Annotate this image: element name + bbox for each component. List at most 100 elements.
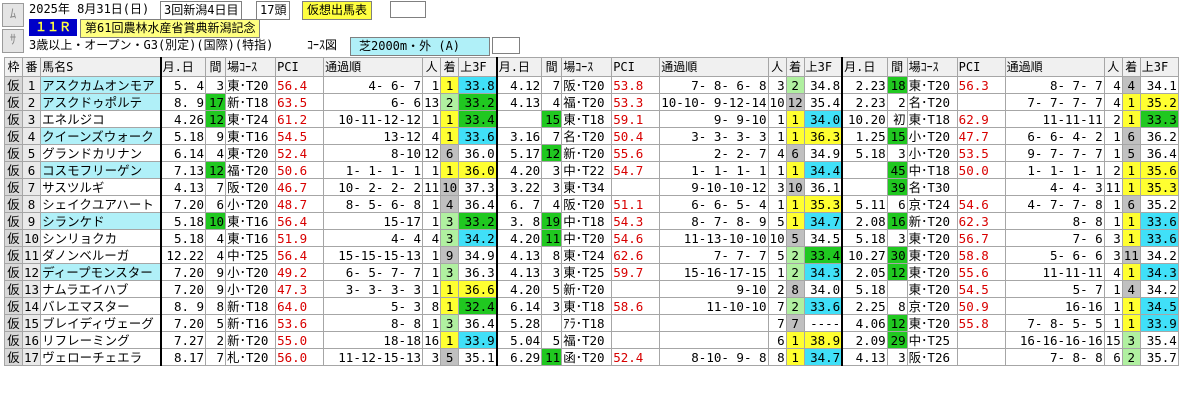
run-date: 7.20 [159,280,207,298]
run-finish: 2 [785,246,805,264]
run-date: 3.22 [495,178,543,196]
horse-row[interactable]: 仮 9 シランケド 5.18 10 東･T16 56.4 15-17 1 3 33.2 3. 8 19 中… [4,212,1179,230]
horse-name[interactable]: グランドカリナン [40,144,162,162]
scroll-down-icon[interactable]: ｻ [2,29,24,53]
run-place: 東･T20 [225,76,277,94]
run-popularity: 1 [422,246,442,264]
horse-name[interactable]: ダノンベルーガ [40,246,162,264]
run-date: 4.20 [495,229,543,247]
run-interval: 4 [205,144,227,162]
run-last3f: 33.9 [1139,314,1179,332]
horse-name[interactable]: シランケド [40,212,162,230]
run-date: 7.27 [159,331,207,349]
run-pci: 55.0 [275,331,325,349]
horse-row[interactable]: 仮 12 ディープモンスター 7.20 9 小･T20 49.2 6- 5- 7- 7 1 3 36… [4,263,1179,281]
run-passing: 2- 2- 7 [659,144,769,162]
run-finish: 9 [440,246,460,264]
horse-row[interactable]: 仮 4 クイーンズウォーク 5.18 9 東･T16 54.5 13-12 4 1 33.6 3.16… [4,127,1179,145]
run-passing: 4- 4 [323,229,424,247]
run-finish: 3 [1121,331,1141,349]
run-finish: 1 [1121,93,1141,111]
run-pci: 55.6 [611,144,661,162]
run-interval: 3 [886,229,908,247]
horse-row[interactable]: 仮 8 シェイクユアハート 7.20 6 小･T20 48.7 8- 5- 6- 8 1 4 36.… [4,195,1179,213]
run-place: 福･T20 [225,161,277,179]
run-place: 東･T16 [225,127,277,145]
col-l3f: 上3F [458,57,498,77]
run-passing [659,314,769,332]
horse-name[interactable]: ブレイディヴェーグ [40,314,162,332]
run-last3f: 36.0 [458,161,498,179]
run-popularity: 1 [422,263,442,281]
horse-name[interactable]: ヴェローチェエラ [40,348,162,366]
run-passing: 10- 2- 2- 2 [323,178,424,196]
run-popularity: 11 [422,178,442,196]
run-date: 5.18 [159,229,207,247]
run-popularity: 10 [767,229,787,247]
horse-row[interactable]: 仮 5 グランドカリナン 6.14 4 東･T20 52.4 8-10 12 6 36.0 5.17 1… [4,144,1179,162]
run-interval: 12 [541,144,563,162]
run-date: 5.04 [495,331,543,349]
col-place: 場ｺｰｽ [225,57,277,77]
run-popularity: 3 [1103,229,1123,247]
run-last3f: 35.4 [803,93,843,111]
horse-name[interactable]: シェイクユアハート [40,195,162,213]
horse-name[interactable]: バレエマスター [40,297,162,315]
blank-box [390,1,426,18]
horse-row[interactable]: 仮 17 ヴェローチェエラ 8.17 7 札･T20 56.0 11-12-15-13 3 5 35… [4,348,1179,366]
run-date: 7.20 [159,314,207,332]
run-date: 4.13 [495,263,543,281]
horse-row[interactable]: 仮 16 リフレーミング 7.27 2 新･T20 55.0 18-18 16 1 33.9 5.04… [4,331,1179,349]
horse-row[interactable]: 仮 2 アスクドゥポルテ 8. 9 17 新･T18 63.5 6- 6 13 2 33.2 4.13… [4,93,1179,111]
horse-row[interactable]: 仮 3 エネルジコ 4.26 12 東･T24 61.2 10-11-12-12 1 1 33.4 1… [4,110,1179,128]
course-map-label[interactable]: ｺｰｽ図 [307,37,337,54]
run-place: 小･T20 [906,127,958,145]
horse-number: 9 [21,212,42,230]
horse-row[interactable]: 仮 6 コスモフリーゲン 7.13 12 福･T20 50.6 1- 1- 1- 1 1 1 36.… [4,161,1179,179]
horse-name[interactable]: サスツルギ [40,178,162,196]
horse-row[interactable]: 仮 10 シンリョクカ 5.18 4 東･T16 51.9 4- 4 4 3 34.2 4.20 11 中… [4,229,1179,247]
run-popularity: 11 [1103,178,1123,196]
scroll-up-icon[interactable]: ﾑ [2,3,24,27]
race-date: 2025年 8月31日(日) [29,2,150,16]
run-interval: 3 [205,76,227,94]
horse-row[interactable]: 仮 11 ダノンベルーガ 12.22 4 中･T25 56.4 15-15-15-13 1 9 34… [4,246,1179,264]
horse-row[interactable]: 仮 1 アスクカムオンモア 5. 4 3 東･T20 56.4 4- 6- 7 1 1 33.8 4.… [4,76,1179,94]
horse-row[interactable]: 仮 15 ブレイディヴェーグ 7.20 5 新･T16 53.6 8- 8 1 3 36.4 5.28… [4,314,1179,332]
run-passing: 11-10-10 [659,297,769,315]
horse-name[interactable]: クイーンズウォーク [40,127,162,145]
horse-row[interactable]: 仮 7 サスツルギ 4.13 7 阪･T20 46.7 10- 2- 2- 2 11 10 37.3… [4,178,1179,196]
run-popularity: 3 [767,76,787,94]
horse-number: 14 [21,297,42,315]
horse-row[interactable]: 仮 13 ナムラエイハブ 7.20 9 小･T20 47.3 3- 3- 3- 3 1 1 36.6… [4,280,1179,298]
horse-name[interactable]: コスモフリーゲン [40,161,162,179]
run-place: 札･T20 [225,348,277,366]
horse-name[interactable]: アスクカムオンモア [40,76,162,94]
run-popularity: 2 [1103,110,1123,128]
run-interval: 3 [541,297,563,315]
run-passing: 10-10- 9-12-14 [659,93,769,111]
run-pci: 61.2 [275,110,325,128]
horse-name[interactable]: シンリョクカ [40,229,162,247]
run-place: 小･T20 [906,144,958,162]
horse-name[interactable]: リフレーミング [40,331,162,349]
race-number: １１Ｒ [29,19,78,36]
run-passing: 8- 8 [323,314,424,332]
horse-name[interactable]: アスクドゥポルテ [40,93,162,111]
run-pci: 62.9 [956,110,1006,128]
horse-name[interactable]: ディープモンスター [40,263,162,281]
horse-row[interactable]: 仮 14 バレエマスター 8. 9 8 新･T18 64.0 5- 3 8 1 32.4 6.14 3 東… [4,297,1179,315]
run-finish: 4 [440,195,460,213]
run-passing: 10-11-12-12 [323,110,424,128]
run-date: 4.06 [841,314,888,332]
run-finish: 4 [1121,76,1141,94]
run-interval: 9 [205,127,227,145]
run-last3f: 33.3 [1139,110,1179,128]
run-date: 5.17 [495,144,543,162]
run-finish: 1 [440,76,460,94]
col-ban: 番 [21,57,42,77]
run-interval: 8 [541,246,563,264]
horse-name[interactable]: ナムラエイハブ [40,280,162,298]
horse-number: 8 [21,195,42,213]
horse-name[interactable]: エネルジコ [40,110,162,128]
